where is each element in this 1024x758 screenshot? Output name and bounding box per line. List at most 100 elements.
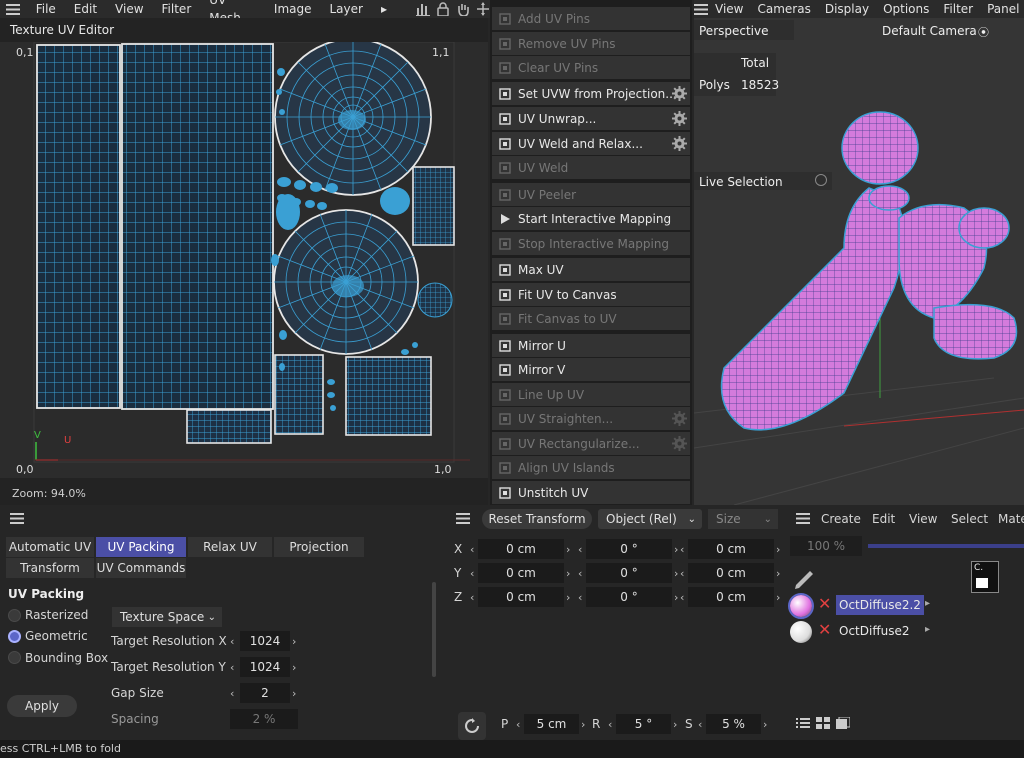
material-swatch[interactable] [788, 593, 814, 619]
chevron-left-icon[interactable]: ‹ [680, 567, 684, 580]
coord-position-field[interactable]: 0 cm [478, 587, 564, 607]
uv-layout-svg[interactable] [0, 38, 488, 478]
materials-menu-select[interactable]: Select [951, 512, 988, 526]
size-mode-dropdown[interactable]: Size ⌄ [708, 509, 778, 529]
chevron-left-icon[interactable]: ‹ [680, 543, 684, 556]
uv-command-3[interactable]: Set UVW from Projection... [492, 82, 690, 105]
chevron-left-icon[interactable]: ‹ [608, 718, 612, 731]
chevron-right-icon[interactable]: › [292, 661, 296, 674]
uv-command-5[interactable]: UV Weld and Relax... [492, 132, 690, 155]
space-dropdown[interactable]: Texture Space ⌄ [112, 607, 222, 627]
tab-uv-commands[interactable]: UV Commands [96, 558, 186, 578]
uv-command-10[interactable]: Max UV [492, 258, 690, 281]
chevron-left-icon[interactable]: ‹ [470, 591, 474, 604]
uv-command-7[interactable]: UV Peeler [492, 183, 690, 206]
gap-size-field[interactable]: 2 [240, 683, 290, 703]
materials-menu-edit[interactable]: Edit [872, 512, 895, 526]
viewport-menu-filter[interactable]: Filter [936, 2, 980, 16]
r-field[interactable]: 5 ° [616, 714, 671, 734]
material-name[interactable]: OctDiffuse2.2 [836, 595, 924, 615]
chevron-left-icon[interactable]: ‹ [578, 591, 582, 604]
chevron-right-icon[interactable]: › [673, 718, 677, 731]
uv-command-6[interactable]: UV Weld [492, 156, 690, 179]
material-expand-icon[interactable]: ▸ [925, 598, 930, 609]
histogram-icon[interactable] [416, 2, 430, 16]
gear-icon[interactable] [672, 136, 687, 154]
uv-canvas[interactable]: 0,1 1,1 0,0 1,0 V U [0, 38, 488, 478]
material-disabled-icon[interactable]: ✕ [818, 620, 831, 639]
gear-icon[interactable] [672, 86, 687, 104]
list-view-icon[interactable] [796, 717, 810, 729]
chevron-left-icon[interactable]: ‹ [698, 718, 702, 731]
uv-island-rect-small-3[interactable] [345, 356, 432, 436]
radio-bounding-box[interactable] [8, 651, 21, 664]
pencil-icon[interactable] [792, 565, 816, 589]
menu-layer[interactable]: Layer [321, 0, 372, 18]
radio-rasterized-label[interactable]: Rasterized [25, 608, 88, 622]
tab-automatic-uv[interactable]: Automatic UV [6, 537, 94, 557]
materials-percent-field[interactable]: 100 % [790, 536, 862, 556]
gear-icon[interactable] [672, 111, 687, 129]
s-field[interactable]: 5 % [706, 714, 761, 734]
target-res-y-field[interactable]: 1024 [240, 657, 290, 677]
uv-command-0[interactable]: Add UV Pins [492, 7, 690, 30]
viewport-menu-cameras[interactable]: Cameras [750, 2, 817, 16]
materials-menu-icon[interactable] [788, 509, 818, 527]
viewport-menu-options[interactable]: Options [876, 2, 936, 16]
radio-geometric-label[interactable]: Geometric [25, 629, 88, 643]
tab-transform[interactable]: Transform [6, 558, 94, 578]
materials-percent-slider[interactable] [868, 544, 1024, 548]
material-disabled-icon[interactable]: ✕ [818, 594, 831, 613]
p-field[interactable]: 5 cm [524, 714, 579, 734]
uv-command-13[interactable]: Mirror U [492, 334, 690, 357]
material-expand-icon[interactable]: ▸ [925, 624, 930, 635]
chevron-left-icon[interactable]: ‹ [470, 543, 474, 556]
uv-tools-menu-icon[interactable] [2, 509, 32, 527]
materials-menu-more[interactable]: Mate [998, 512, 1024, 526]
chevron-left-icon[interactable]: ‹ [230, 687, 234, 700]
large-icon-view-icon[interactable] [836, 717, 850, 729]
chevron-right-icon[interactable]: › [674, 591, 678, 604]
tab-projection[interactable]: Projection [274, 537, 364, 557]
menu-icon[interactable] [0, 0, 27, 18]
chevron-right-icon[interactable]: › [292, 687, 296, 700]
menu-filter[interactable]: Filter [153, 0, 201, 18]
uv-command-18[interactable]: Align UV Islands [492, 456, 690, 479]
reset-rotation-icon[interactable] [458, 712, 486, 740]
coord-rotation-field[interactable]: 0 ° [586, 539, 672, 559]
menu-edit[interactable]: Edit [65, 0, 106, 18]
coord-rotation-field[interactable]: 0 ° [586, 563, 672, 583]
uv-island-sphere-bottom[interactable] [273, 209, 419, 355]
chevron-right-icon[interactable]: › [763, 718, 767, 731]
uv-island-sphere-top[interactable] [274, 38, 432, 196]
target-res-x-field[interactable]: 1024 [240, 631, 290, 651]
spacing-field[interactable]: 2 % [230, 709, 298, 729]
chevron-left-icon[interactable]: ‹ [470, 567, 474, 580]
coord-rotation-field[interactable]: 0 ° [586, 587, 672, 607]
move-icon[interactable] [476, 2, 490, 16]
chevron-right-icon[interactable]: › [776, 567, 780, 580]
chevron-right-icon[interactable]: › [776, 591, 780, 604]
chevron-right-icon[interactable]: › [292, 635, 296, 648]
chevron-right-icon[interactable]: › [581, 718, 585, 731]
uv-island-strip-1[interactable] [36, 44, 121, 409]
chevron-right-icon[interactable]: › [674, 567, 678, 580]
chevron-right-icon[interactable]: › [776, 543, 780, 556]
chevron-left-icon[interactable]: ‹ [230, 661, 234, 674]
uv-command-4[interactable]: UV Unwrap... [492, 107, 690, 130]
hand-pan-icon[interactable] [456, 2, 470, 16]
materials-menu-create[interactable]: Create [821, 512, 861, 526]
uv-command-12[interactable]: Fit Canvas to UV [492, 307, 690, 330]
viewport-menu-icon[interactable] [694, 0, 708, 18]
material-swatch[interactable] [790, 621, 812, 643]
material-preview-badge[interactable]: C. [971, 561, 999, 593]
coord-size-field[interactable]: 0 cm [688, 563, 774, 583]
radio-rasterized[interactable] [8, 609, 21, 622]
gear-icon[interactable] [672, 411, 687, 429]
chevron-right-icon[interactable]: › [566, 591, 570, 604]
coord-mode-dropdown[interactable]: Object (Rel) ⌄ [598, 509, 702, 529]
menu-more[interactable]: ▸ [372, 0, 396, 18]
uv-command-1[interactable]: Remove UV Pins [492, 32, 690, 55]
character-mesh[interactable] [720, 111, 1018, 431]
uv-command-14[interactable]: Mirror V [492, 358, 690, 381]
